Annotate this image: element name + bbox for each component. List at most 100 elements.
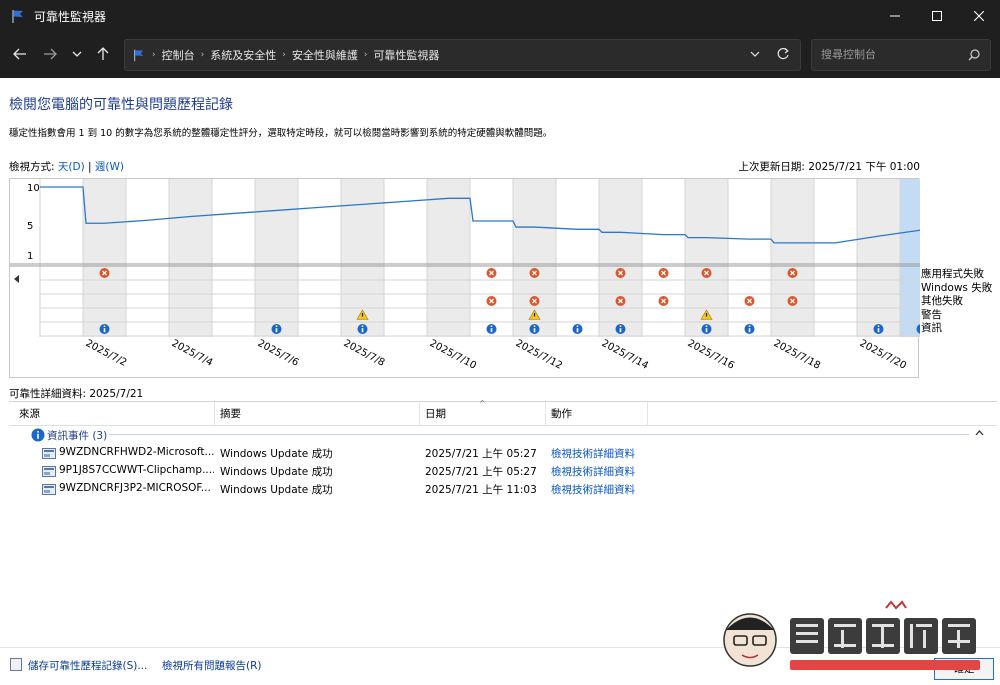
minimize-button[interactable] <box>874 0 916 32</box>
table-header: 來源 摘要 日期 ^ 動作 <box>9 399 997 426</box>
back-button[interactable] <box>10 44 30 64</box>
navigation-bar: › 控制台 › 系統及安全性 › 安全性與維護 › 可靠性監視器 搜尋控制台 <box>0 32 1000 78</box>
row-date: 2025/7/21 上午 05:27 <box>425 448 537 460</box>
breadcrumb-separator-icon: › <box>363 50 368 60</box>
x-tick-label: 2025/7/16 <box>686 338 736 372</box>
chevron-up-icon <box>975 430 984 436</box>
page-title: 檢閱您電腦的可靠性與問題歷程記錄 <box>9 97 233 113</box>
warning-icon-mark <box>533 313 536 317</box>
column-header-action[interactable]: 動作 <box>551 406 572 424</box>
info-event-icon-dot <box>748 325 751 327</box>
x-tick-label: 2025/7/14 <box>600 338 650 372</box>
info-event-icon-dot <box>533 325 536 327</box>
y-tick-label: 10 <box>27 183 40 194</box>
maximize-button[interactable] <box>916 0 958 32</box>
view-by-separator: | <box>88 161 92 173</box>
row-source: 9WZDNCRFJ3P2-MICROSOF... <box>59 482 211 494</box>
refresh-icon <box>777 47 789 60</box>
save-history-icon <box>10 658 22 671</box>
day-column <box>40 179 83 337</box>
day-column <box>470 179 513 337</box>
search-input[interactable]: 搜尋控制台 <box>811 39 991 71</box>
day-column <box>169 179 212 337</box>
breadcrumb-reliability-monitor[interactable]: 可靠性監視器 <box>373 47 439 63</box>
refresh-button[interactable] <box>776 47 790 65</box>
application-icon <box>42 484 56 495</box>
group-collapse-button[interactable] <box>975 428 984 439</box>
day-column <box>599 179 642 337</box>
view-by-week-link[interactable]: 週(W) <box>95 161 124 173</box>
application-icon <box>42 466 56 477</box>
row-summary: Windows Update 成功 <box>220 448 333 460</box>
column-header-date[interactable]: 日期 <box>425 406 446 424</box>
x-tick-label: 2025/7/20 <box>858 338 908 372</box>
view-technical-details-link[interactable]: 檢視技術詳細資料 <box>551 482 635 497</box>
breadcrumb-separator-icon: › <box>152 50 156 60</box>
group-header-information[interactable]: 資訊事件 (3) <box>31 427 107 443</box>
last-updated: 上次更新日期: 2025/7/21 下午 01:00 <box>738 161 920 173</box>
minimize-icon <box>890 15 900 17</box>
table-row[interactable]: 9WZDNCRFHWD2-Microsoft... Windows Update… <box>9 444 997 462</box>
column-divider[interactable] <box>545 402 546 426</box>
day-column <box>427 179 470 337</box>
row-date: 2025/7/21 上午 05:27 <box>425 466 537 478</box>
forward-arrow-icon <box>44 48 57 60</box>
day-column <box>298 179 341 337</box>
table-row[interactable]: 9P1J8S7CCWWT-Clipchamp.... Windows Updat… <box>9 462 997 480</box>
day-column <box>556 179 599 337</box>
view-technical-details-link[interactable]: 檢視技術詳細資料 <box>551 464 635 479</box>
row-source: 9WZDNCRFHWD2-Microsoft... <box>59 446 214 458</box>
up-button[interactable] <box>93 44 113 64</box>
view-technical-details-link[interactable]: 檢視技術詳細資料 <box>551 446 635 461</box>
day-column <box>126 179 169 337</box>
application-icon <box>42 448 56 459</box>
info-event-icon-dot <box>275 325 278 327</box>
breadcrumb-system-security[interactable]: 系統及安全性 <box>210 47 276 63</box>
column-divider[interactable] <box>419 402 420 426</box>
recent-locations-button[interactable] <box>67 44 87 64</box>
info-event-icon-dot <box>576 325 579 327</box>
info-event-icon-mark <box>619 328 622 333</box>
info-event-icon-dot <box>103 325 106 327</box>
info-event-icon-mark <box>748 328 751 333</box>
reliability-chart[interactable]: 10 5 1 2025/7/2 2025/7/4 2025/7/6 2025/7/8 2025… <box>9 178 920 378</box>
legend-other-failures: 其他失敗 <box>921 295 963 307</box>
view-by: 檢視方式: 天(D) | 週(W) <box>9 159 124 174</box>
save-reliability-history-link[interactable]: 儲存可靠性歷程記錄(S)... <box>28 658 147 673</box>
day-column <box>857 179 900 337</box>
breadcrumb-security-maintenance[interactable]: 安全性與維護 <box>292 47 358 63</box>
day-column <box>814 179 857 337</box>
day-column <box>771 179 814 337</box>
search-placeholder: 搜尋控制台 <box>821 48 876 61</box>
up-arrow-icon <box>97 47 109 60</box>
breadcrumb-control-panel[interactable]: 控制台 <box>162 47 195 63</box>
info-event-icon-mark <box>361 328 364 333</box>
view-by-day-link[interactable]: 天(D) <box>58 161 85 173</box>
reliability-chart-svg: 10 5 1 2025/7/2 2025/7/4 2025/7/6 2025/7/8 2025… <box>10 179 920 372</box>
close-button[interactable] <box>958 0 1000 32</box>
row-source: 9P1J8S7CCWWT-Clipchamp.... <box>59 464 214 476</box>
warning-icon-mark <box>705 313 708 317</box>
view-by-label: 檢視方式: <box>9 161 55 173</box>
address-dropdown-button[interactable] <box>750 48 760 61</box>
column-divider[interactable] <box>647 402 648 426</box>
day-column <box>83 179 126 337</box>
sort-ascending-icon: ^ <box>479 399 486 408</box>
forward-button[interactable] <box>40 44 60 64</box>
column-header-summary[interactable]: 摘要 <box>220 406 241 424</box>
back-arrow-icon <box>13 48 26 60</box>
table-row[interactable]: 9WZDNCRFJ3P2-MICROSOF... Windows Update … <box>9 480 997 498</box>
row-date: 2025/7/21 上午 11:03 <box>425 484 537 496</box>
info-event-icon-dot <box>361 325 364 327</box>
row-summary: Windows Update 成功 <box>220 484 333 496</box>
column-divider[interactable] <box>214 402 215 426</box>
view-all-problem-reports-link[interactable]: 檢視所有問題報告(R) <box>162 658 262 673</box>
info-event-icon-mark <box>877 328 880 333</box>
ok-button[interactable]: 確定 <box>934 658 994 680</box>
y-tick-label: 1 <box>27 251 33 262</box>
x-tick-label: 2025/7/12 <box>514 338 564 372</box>
info-event-icon-mark <box>275 328 278 333</box>
column-header-source[interactable]: 來源 <box>19 406 40 424</box>
group-divider <box>109 434 969 435</box>
address-bar[interactable]: › 控制台 › 系統及安全性 › 安全性與維護 › 可靠性監視器 <box>124 39 801 71</box>
